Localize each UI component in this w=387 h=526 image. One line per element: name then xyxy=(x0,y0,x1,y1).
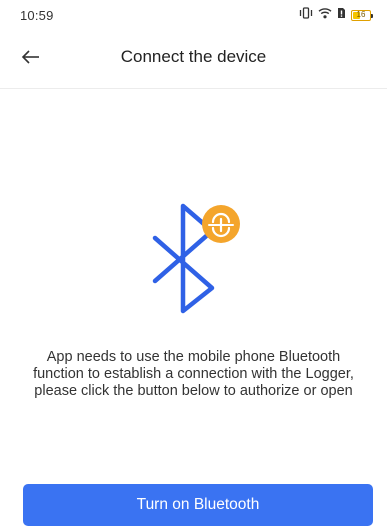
bluetooth-illustration xyxy=(150,198,245,318)
battery-level: 16 xyxy=(356,10,366,19)
header: Connect the device xyxy=(0,30,387,89)
status-icons: 16 xyxy=(299,6,373,24)
battery-icon: 16 xyxy=(351,9,373,21)
status-time: 10:59 xyxy=(20,8,54,23)
sim-alert-icon xyxy=(337,6,346,24)
turn-on-bluetooth-label: Turn on Bluetooth xyxy=(136,496,260,513)
link-badge-icon xyxy=(202,205,240,243)
vibrate-icon xyxy=(299,6,313,24)
page-title: Connect the device xyxy=(120,47,267,66)
status-bar: 10:59 16 xyxy=(0,0,387,30)
wifi-icon xyxy=(318,6,332,24)
turn-on-bluetooth-button[interactable]: Turn on Bluetooth xyxy=(23,484,373,526)
bluetooth-permission-message: App needs to use the mobile phone Blueto… xyxy=(33,349,354,399)
